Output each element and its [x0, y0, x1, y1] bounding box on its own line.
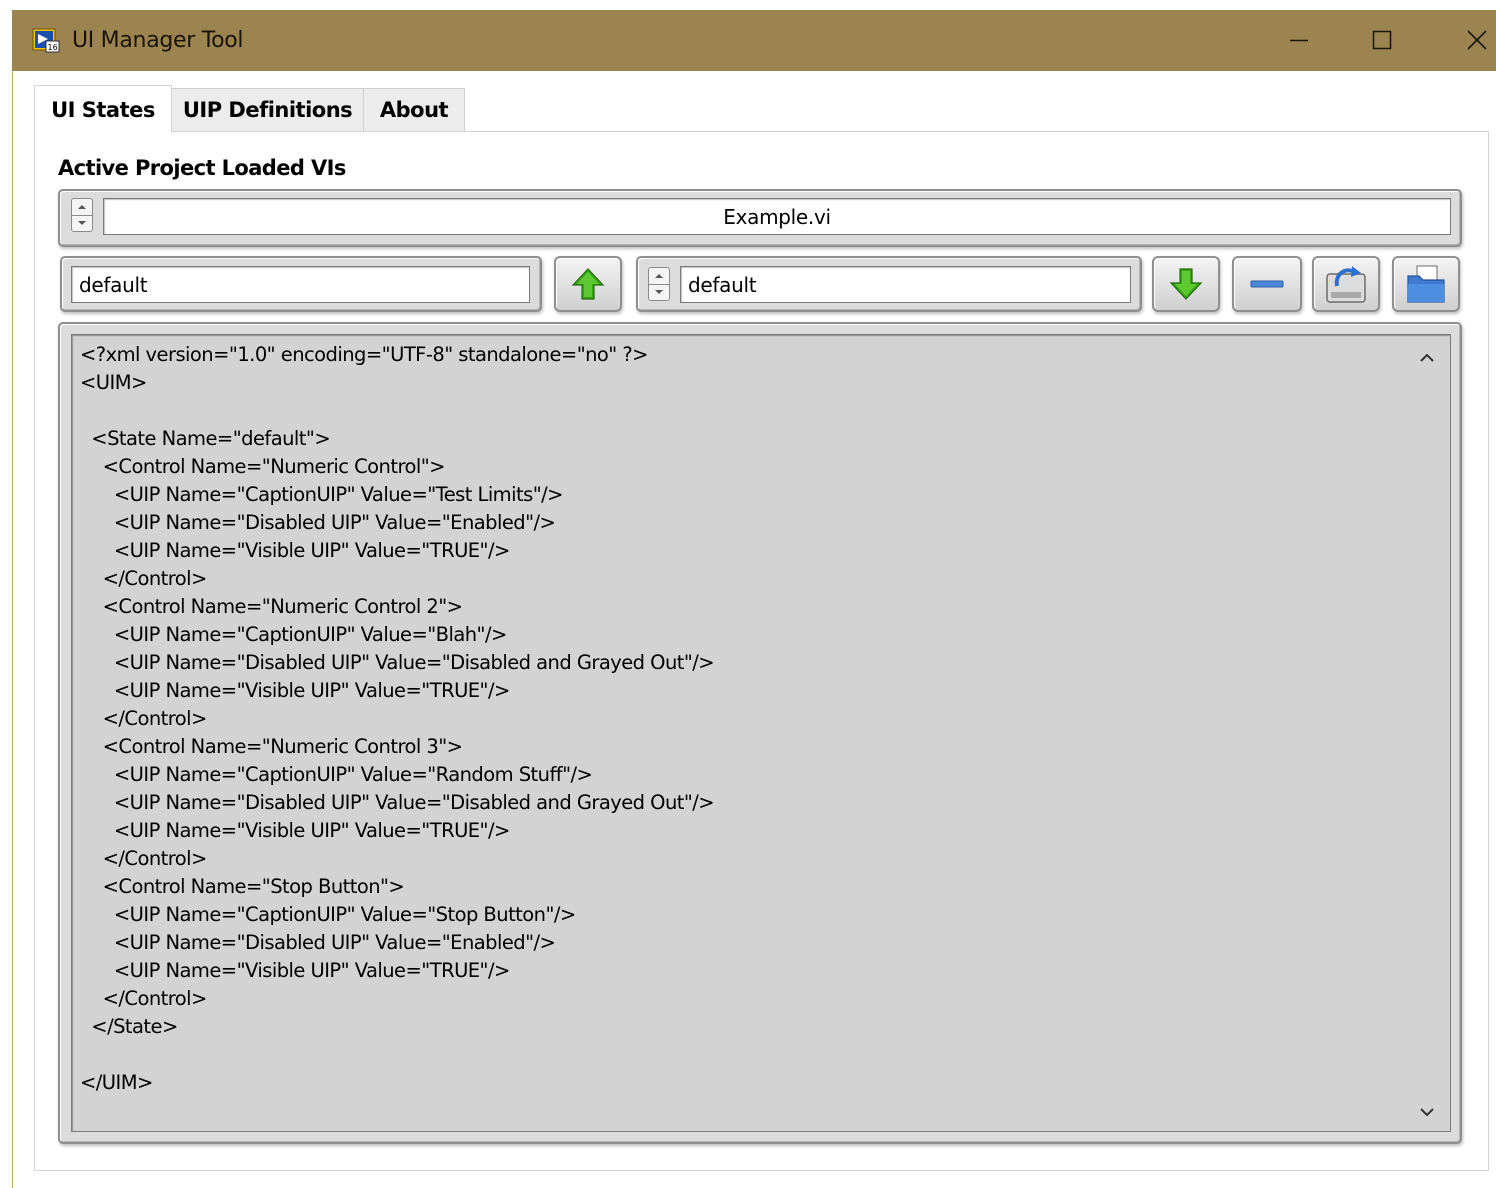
close-button[interactable]: [1424, 10, 1496, 71]
vi-selector-field[interactable]: Example.vi: [103, 198, 1451, 235]
svg-text:16: 16: [48, 43, 58, 52]
spin-down-icon: [655, 290, 663, 294]
tab-uip-definitions[interactable]: UIP Definitions: [171, 88, 364, 131]
save-icon: [1326, 266, 1366, 303]
state-spinner-up[interactable]: [649, 268, 669, 285]
xml-text-area[interactable]: <?xml version="1.0" encoding="UTF-8" sta…: [71, 334, 1451, 1132]
window-title: UI Manager Tool: [72, 28, 244, 53]
remove-state-button[interactable]: [1232, 256, 1302, 312]
spin-down-icon: [78, 221, 86, 225]
vi-spinner-down[interactable]: [72, 215, 92, 231]
xml-content[interactable]: <?xml version="1.0" encoding="UTF-8" sta…: [80, 341, 715, 1097]
chevron-down-icon: [1420, 1108, 1434, 1117]
maximize-button[interactable]: [1340, 10, 1424, 71]
open-folder-icon: [1407, 265, 1445, 303]
download-state-button[interactable]: [1152, 256, 1220, 312]
spin-up-icon: [78, 205, 86, 209]
minimize-icon: [1290, 39, 1308, 42]
state-spinner-down[interactable]: [649, 284, 669, 300]
panel-label: Active Project Loaded VIs: [58, 156, 346, 180]
state-selector-spinner[interactable]: [648, 267, 670, 301]
title-bar[interactable]: 16 UI Manager Tool: [12, 10, 1496, 71]
minimize-button[interactable]: [1256, 10, 1340, 71]
tab-about[interactable]: About: [363, 88, 465, 131]
open-button[interactable]: [1392, 256, 1460, 312]
upload-arrow-icon: [571, 268, 605, 300]
download-arrow-icon: [1169, 268, 1203, 300]
scroll-down-button[interactable]: [1414, 1099, 1440, 1125]
state-selector-field[interactable]: default: [680, 266, 1131, 303]
close-icon: [1467, 30, 1487, 50]
chevron-up-icon: [1420, 353, 1434, 362]
maximize-icon: [1372, 30, 1392, 50]
tab-ui-states[interactable]: UI States: [34, 85, 172, 133]
state-name-input[interactable]: default: [71, 266, 530, 303]
vi-spinner-up[interactable]: [72, 199, 92, 216]
vi-selector-spinner[interactable]: [71, 198, 93, 232]
upload-state-button[interactable]: [554, 256, 622, 312]
spin-up-icon: [655, 274, 663, 278]
remove-icon: [1250, 280, 1284, 288]
labview-vi-icon: 16: [32, 26, 60, 54]
scroll-up-button[interactable]: [1414, 345, 1440, 371]
save-button[interactable]: [1312, 256, 1380, 312]
